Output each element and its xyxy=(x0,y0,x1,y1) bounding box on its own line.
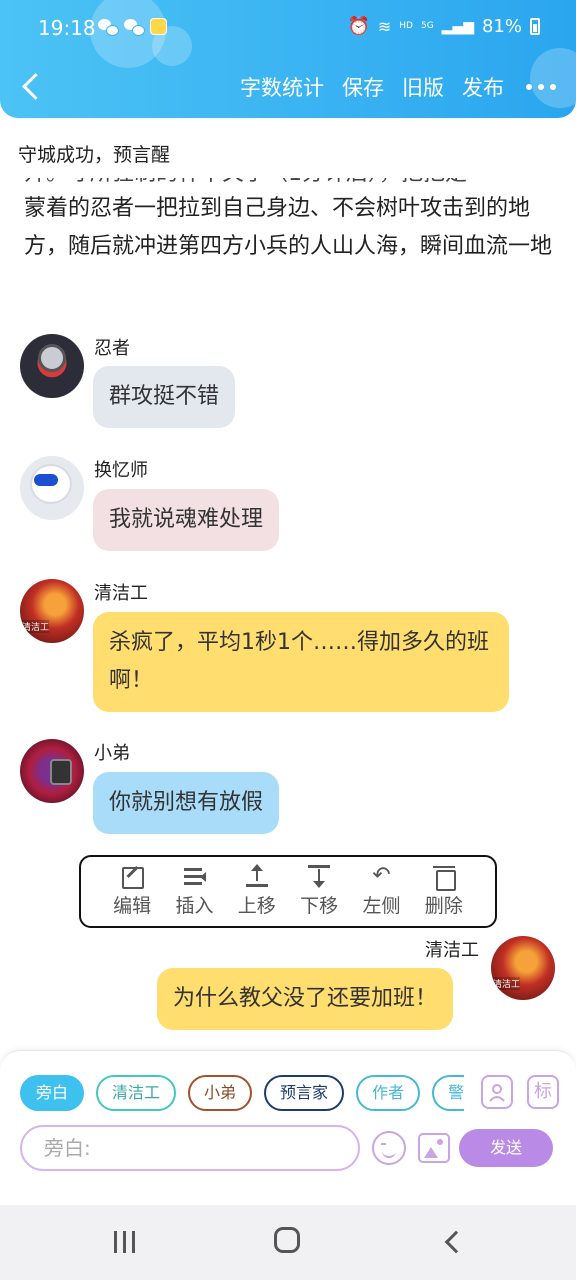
edit-action[interactable]: 编辑 xyxy=(103,863,161,926)
character-chip-narrator[interactable]: 旁白 xyxy=(20,1075,85,1111)
speaker-name: 换忆师 xyxy=(94,460,148,481)
wechat-icon xyxy=(98,18,119,36)
move-up-label: 上移 xyxy=(237,895,276,917)
speaker-name: 忍者 xyxy=(94,338,130,359)
battery-icon xyxy=(530,18,540,35)
word-count-button[interactable]: 字数统计 xyxy=(240,72,324,102)
trash-icon xyxy=(431,863,457,891)
insert-icon xyxy=(181,863,207,889)
message-bubble[interactable]: 我就说魂难处理 xyxy=(93,489,280,551)
insert-action[interactable]: 插入 xyxy=(165,863,223,926)
move-down-label: 下移 xyxy=(300,895,339,917)
delete-action[interactable]: 删除 xyxy=(415,863,473,926)
avatar[interactable] xyxy=(20,456,84,520)
status-time: 19:18 xyxy=(38,16,96,40)
reply-left-icon: ↶ xyxy=(372,863,391,888)
character-chip[interactable]: 清洁工 xyxy=(96,1075,177,1111)
avatar-tag: 清洁工 xyxy=(22,620,50,633)
delete-label: 删除 xyxy=(424,895,463,917)
system-nav-bar xyxy=(0,1205,576,1280)
move-down-icon xyxy=(306,863,332,889)
avatar[interactable] xyxy=(20,739,84,803)
speaker-name: 清洁工 xyxy=(94,583,148,604)
home-icon[interactable] xyxy=(274,1227,300,1253)
narration-partial-line: 开。守所狂制的杯干关子（1分许后），把把是 xyxy=(24,178,554,190)
left-side-action[interactable]: ↶ 左侧 xyxy=(352,863,410,926)
avatar-tag: 清洁工 xyxy=(493,977,521,990)
publish-button[interactable]: 发布 xyxy=(462,72,504,102)
alarm-icon: ⏰ xyxy=(347,16,370,37)
app-notification-icon xyxy=(150,18,167,35)
character-chip[interactable]: 小弟 xyxy=(188,1075,253,1111)
image-icon[interactable] xyxy=(418,1133,450,1163)
app-header: 19:18 ⏰ ≋ HD 5G ▂▄▆ 81% 字数统计 保存 旧版 发布 xyxy=(0,0,576,118)
message-bubble[interactable]: 群攻挺不错 xyxy=(93,366,236,428)
speaker-name: 清洁工 xyxy=(425,940,479,961)
signal-icon: ▂▄▆ xyxy=(441,18,474,35)
battery-percent: 81% xyxy=(481,16,522,37)
person-card-icon[interactable] xyxy=(481,1075,513,1109)
message-bubble[interactable]: 杀疯了，平均1秒1个……得加多久的班啊！ xyxy=(93,612,509,712)
message-input[interactable]: 旁白: xyxy=(20,1125,360,1171)
more-icon[interactable] xyxy=(526,84,556,90)
message-bubble[interactable]: 你就别想有放假 xyxy=(93,772,280,834)
move-up-action[interactable]: 上移 xyxy=(228,863,286,926)
status-indicators: ⏰ ≋ HD 5G ▂▄▆ 81% xyxy=(347,16,540,37)
character-chip[interactable]: 作者 xyxy=(356,1075,421,1111)
narration-block[interactable]: 开。守所狂制的杯干关子（1分许后），把把是 蒙着的忍者一把拉到自己身边、不会树叶… xyxy=(24,178,554,312)
insert-label: 插入 xyxy=(175,895,214,917)
character-chip[interactable]: 警 xyxy=(432,1075,464,1111)
emoji-icon[interactable] xyxy=(372,1131,406,1165)
edit-icon xyxy=(119,863,145,889)
move-down-action[interactable]: 下移 xyxy=(290,863,348,926)
character-chip[interactable]: 预言家 xyxy=(264,1075,345,1111)
save-button[interactable]: 保存 xyxy=(342,72,384,102)
wechat-icon xyxy=(124,18,145,36)
back-icon[interactable] xyxy=(442,1231,462,1251)
back-button[interactable] xyxy=(18,70,48,104)
avatar[interactable] xyxy=(20,334,84,398)
old-version-button[interactable]: 旧版 xyxy=(402,72,444,102)
edit-label: 编辑 xyxy=(113,895,152,917)
message-bubble[interactable]: 为什么教父没了还要加班！ xyxy=(157,968,454,1030)
character-chips: 旁白 清洁工 小弟 预言家 作者 警 xyxy=(20,1075,464,1113)
composer-panel: 旁白 清洁工 小弟 预言家 作者 警 标 旁白: 发送 xyxy=(0,1050,576,1205)
avatar[interactable]: 清洁工 xyxy=(491,936,555,1000)
narration-text: 蒙着的忍者一把拉到自己身边、不会树叶攻击到的地方，随后就冲进第四方小兵的人山人海… xyxy=(24,196,553,259)
avatar[interactable]: 清洁工 xyxy=(20,579,84,643)
recent-apps-icon[interactable] xyxy=(114,1231,138,1253)
send-button[interactable]: 发送 xyxy=(459,1129,553,1167)
network-type: 5G xyxy=(420,21,434,31)
move-up-icon xyxy=(244,863,270,889)
hd-label: HD xyxy=(399,21,413,31)
left-side-label: 左侧 xyxy=(362,895,401,917)
toolbar: 字数统计 保存 旧版 发布 xyxy=(240,72,556,102)
status-bar: 19:18 ⏰ ≋ HD 5G ▂▄▆ 81% xyxy=(0,14,576,42)
mark-button[interactable]: 标 xyxy=(527,1075,559,1109)
chapter-title[interactable]: 守城成功，预言醒 xyxy=(18,140,170,167)
message-action-menu: 编辑 插入 上移 下移 ↶ 左侧 删除 xyxy=(79,855,497,928)
speaker-name: 小弟 xyxy=(94,743,130,764)
wifi-icon: ≋ xyxy=(377,17,392,36)
notification-icons xyxy=(98,18,167,36)
